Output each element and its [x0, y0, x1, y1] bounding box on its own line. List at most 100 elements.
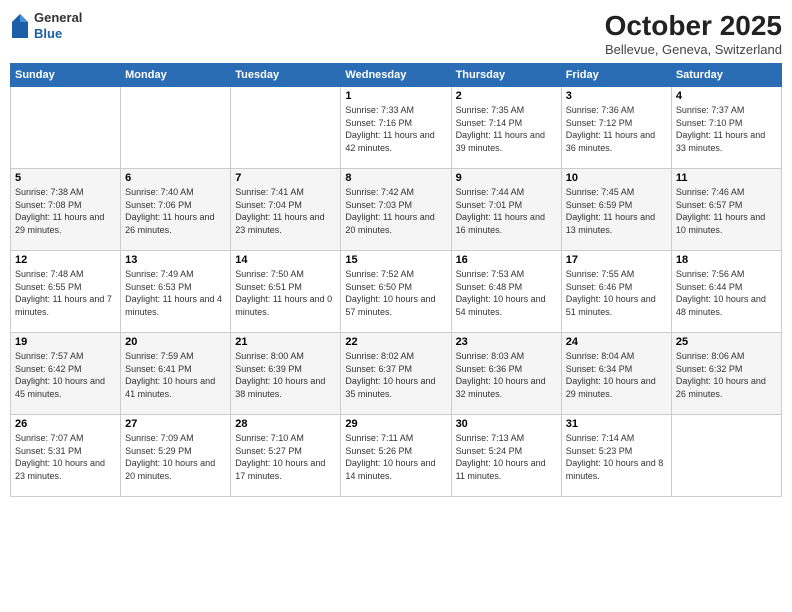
day-number: 9	[456, 172, 557, 184]
day-number: 21	[235, 336, 336, 348]
day-info: Sunrise: 7:50 AM Sunset: 6:51 PM Dayligh…	[235, 268, 336, 318]
calendar-cell: 30Sunrise: 7:13 AM Sunset: 5:24 PM Dayli…	[451, 415, 561, 497]
day-number: 23	[456, 336, 557, 348]
calendar-cell: 6Sunrise: 7:40 AM Sunset: 7:06 PM Daylig…	[121, 169, 231, 251]
day-number: 10	[566, 172, 667, 184]
calendar-cell: 28 Sunrise: 7:10 AM Sunset: 5:27 PM Dayli…	[231, 415, 341, 497]
day-info: Sunrise: 7:56 AM Sunset: 6:44 PM Dayligh…	[676, 268, 777, 318]
day-info: Sunrise: 7:36 AM Sunset: 7:12 PM Dayligh…	[566, 104, 667, 154]
day-info: Sunrise: 7:41 AM Sunset: 7:04 PM Dayligh…	[235, 186, 336, 236]
logo-general: General	[34, 10, 82, 26]
day-number: 6	[125, 172, 226, 184]
day-info: Sunrise: 7:49 AM Sunset: 6:53 PM Dayligh…	[125, 268, 226, 318]
calendar-cell	[231, 87, 341, 169]
calendar-header-wednesday: Wednesday	[341, 64, 451, 87]
calendar-cell: 26Sunrise: 7:07 AM Sunset: 5:31 PM Dayli…	[11, 415, 121, 497]
calendar-cell: 12Sunrise: 7:48 AM Sunset: 6:55 PM Dayli…	[11, 251, 121, 333]
calendar-cell: 15 Sunrise: 7:52 AM Sunset: 6:50 PM Dayli…	[341, 251, 451, 333]
day-number: 28	[235, 418, 336, 430]
day-number: 26	[15, 418, 116, 430]
calendar-week-row: 26Sunrise: 7:07 AM Sunset: 5:31 PM Dayli…	[11, 415, 782, 497]
calendar-cell: 29 Sunrise: 7:11 AM Sunset: 5:26 PM Dayli…	[341, 415, 451, 497]
day-info: Sunrise: 8:06 AM Sunset: 6:32 PM Dayligh…	[676, 350, 777, 400]
day-info: Sunrise: 7:57 AM Sunset: 6:42 PM Dayligh…	[15, 350, 116, 400]
calendar-cell: 25 Sunrise: 8:06 AM Sunset: 6:32 PM Dayli…	[671, 333, 781, 415]
day-number: 8	[345, 172, 446, 184]
calendar-header-thursday: Thursday	[451, 64, 561, 87]
calendar-week-row: 12Sunrise: 7:48 AM Sunset: 6:55 PM Dayli…	[11, 251, 782, 333]
calendar-cell	[121, 87, 231, 169]
calendar-cell: 11 Sunrise: 7:46 AM Sunset: 6:57 PM Dayli…	[671, 169, 781, 251]
calendar-header-row: SundayMondayTuesdayWednesdayThursdayFrid…	[11, 64, 782, 87]
day-info: Sunrise: 7:09 AM Sunset: 5:29 PM Dayligh…	[125, 432, 226, 482]
calendar-cell: 13 Sunrise: 7:49 AM Sunset: 6:53 PM Dayli…	[121, 251, 231, 333]
calendar-cell: 22 Sunrise: 8:02 AM Sunset: 6:37 PM Dayli…	[341, 333, 451, 415]
calendar-cell	[11, 87, 121, 169]
calendar-week-row: 1 Sunrise: 7:33 AM Sunset: 7:16 PM Daylig…	[11, 87, 782, 169]
calendar-cell	[671, 415, 781, 497]
day-info: Sunrise: 7:42 AM Sunset: 7:03 PM Dayligh…	[345, 186, 446, 236]
calendar-cell: 20Sunrise: 7:59 AM Sunset: 6:41 PM Dayli…	[121, 333, 231, 415]
day-number: 17	[566, 254, 667, 266]
day-number: 11	[676, 172, 777, 184]
day-number: 19	[15, 336, 116, 348]
calendar-cell: 24 Sunrise: 8:04 AM Sunset: 6:34 PM Dayli…	[561, 333, 671, 415]
calendar-cell: 9 Sunrise: 7:44 AM Sunset: 7:01 PM Daylig…	[451, 169, 561, 251]
day-number: 15	[345, 254, 446, 266]
day-number: 4	[676, 90, 777, 102]
calendar-cell: 31 Sunrise: 7:14 AM Sunset: 5:23 PM Dayli…	[561, 415, 671, 497]
day-info: Sunrise: 7:33 AM Sunset: 7:16 PM Dayligh…	[345, 104, 446, 154]
day-number: 27	[125, 418, 226, 430]
day-info: Sunrise: 7:53 AM Sunset: 6:48 PM Dayligh…	[456, 268, 557, 318]
day-info: Sunrise: 8:02 AM Sunset: 6:37 PM Dayligh…	[345, 350, 446, 400]
day-info: Sunrise: 7:37 AM Sunset: 7:10 PM Dayligh…	[676, 104, 777, 154]
page-container: General Blue October 2025 Bellevue, Gene…	[0, 0, 792, 612]
calendar-week-row: 5Sunrise: 7:38 AM Sunset: 7:08 PM Daylig…	[11, 169, 782, 251]
calendar-cell: 7Sunrise: 7:41 AM Sunset: 7:04 PM Daylig…	[231, 169, 341, 251]
logo-blue: Blue	[34, 26, 82, 42]
day-number: 3	[566, 90, 667, 102]
calendar-cell: 2Sunrise: 7:35 AM Sunset: 7:14 PM Daylig…	[451, 87, 561, 169]
calendar-cell: 14Sunrise: 7:50 AM Sunset: 6:51 PM Dayli…	[231, 251, 341, 333]
calendar-week-row: 19 Sunrise: 7:57 AM Sunset: 6:42 PM Dayli…	[11, 333, 782, 415]
day-number: 31	[566, 418, 667, 430]
day-number: 24	[566, 336, 667, 348]
day-number: 29	[345, 418, 446, 430]
calendar-cell: 16 Sunrise: 7:53 AM Sunset: 6:48 PM Dayli…	[451, 251, 561, 333]
calendar-cell: 8 Sunrise: 7:42 AM Sunset: 7:03 PM Daylig…	[341, 169, 451, 251]
calendar-cell: 4 Sunrise: 7:37 AM Sunset: 7:10 PM Daylig…	[671, 87, 781, 169]
day-info: Sunrise: 7:55 AM Sunset: 6:46 PM Dayligh…	[566, 268, 667, 318]
day-number: 13	[125, 254, 226, 266]
calendar-header-sunday: Sunday	[11, 64, 121, 87]
calendar-cell: 17 Sunrise: 7:55 AM Sunset: 6:46 PM Dayli…	[561, 251, 671, 333]
day-number: 20	[125, 336, 226, 348]
day-info: Sunrise: 7:44 AM Sunset: 7:01 PM Dayligh…	[456, 186, 557, 236]
calendar-cell: 23Sunrise: 8:03 AM Sunset: 6:36 PM Dayli…	[451, 333, 561, 415]
location: Bellevue, Geneva, Switzerland	[605, 42, 782, 57]
calendar-cell: 27 Sunrise: 7:09 AM Sunset: 5:29 PM Dayli…	[121, 415, 231, 497]
day-number: 25	[676, 336, 777, 348]
day-info: Sunrise: 7:52 AM Sunset: 6:50 PM Dayligh…	[345, 268, 446, 318]
day-info: Sunrise: 7:13 AM Sunset: 5:24 PM Dayligh…	[456, 432, 557, 482]
logo-icon	[10, 12, 30, 40]
day-info: Sunrise: 8:00 AM Sunset: 6:39 PM Dayligh…	[235, 350, 336, 400]
calendar-cell: 19 Sunrise: 7:57 AM Sunset: 6:42 PM Dayli…	[11, 333, 121, 415]
calendar-header-saturday: Saturday	[671, 64, 781, 87]
day-info: Sunrise: 7:14 AM Sunset: 5:23 PM Dayligh…	[566, 432, 667, 482]
day-info: Sunrise: 8:04 AM Sunset: 6:34 PM Dayligh…	[566, 350, 667, 400]
logo-text: General Blue	[34, 10, 82, 41]
day-number: 1	[345, 90, 446, 102]
title-block: October 2025 Bellevue, Geneva, Switzerla…	[605, 10, 782, 57]
calendar-cell: 10Sunrise: 7:45 AM Sunset: 6:59 PM Dayli…	[561, 169, 671, 251]
day-number: 22	[345, 336, 446, 348]
day-info: Sunrise: 7:11 AM Sunset: 5:26 PM Dayligh…	[345, 432, 446, 482]
calendar-cell: 3 Sunrise: 7:36 AM Sunset: 7:12 PM Daylig…	[561, 87, 671, 169]
day-info: Sunrise: 7:10 AM Sunset: 5:27 PM Dayligh…	[235, 432, 336, 482]
day-info: Sunrise: 7:35 AM Sunset: 7:14 PM Dayligh…	[456, 104, 557, 154]
calendar-header-tuesday: Tuesday	[231, 64, 341, 87]
day-number: 16	[456, 254, 557, 266]
day-info: Sunrise: 7:46 AM Sunset: 6:57 PM Dayligh…	[676, 186, 777, 236]
day-number: 5	[15, 172, 116, 184]
logo: General Blue	[10, 10, 82, 41]
day-number: 18	[676, 254, 777, 266]
